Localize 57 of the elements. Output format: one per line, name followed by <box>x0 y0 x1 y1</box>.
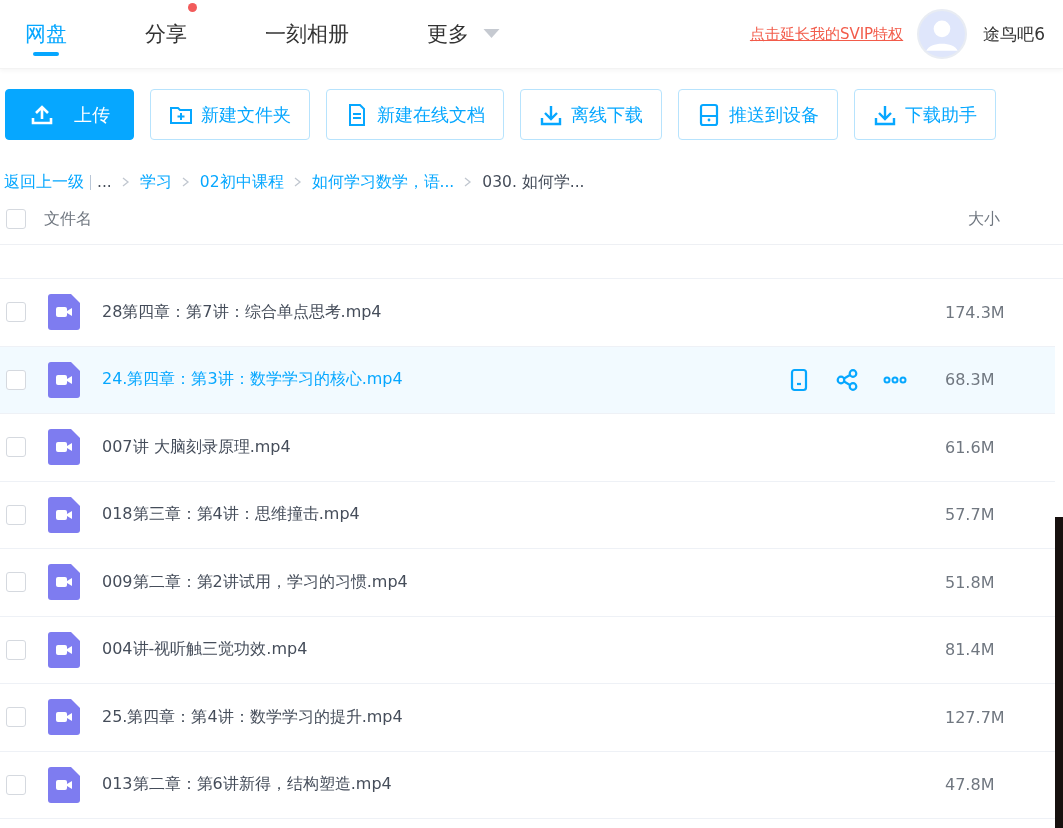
row-checkbox[interactable] <box>6 302 26 323</box>
nav-tab[interactable]: 一刻相册 <box>265 0 359 68</box>
file-row[interactable]: 009第二章：第2讲试用，学习的习惯.mp4 51.8M <box>0 549 1055 617</box>
video-file-icon <box>48 496 80 533</box>
file-size: 57.7M <box>945 505 996 525</box>
row-checkbox[interactable] <box>6 369 26 390</box>
file-row[interactable]: 28第四章：第7讲：综合单点思考.mp4 174.3M <box>0 279 1055 347</box>
row-checkbox[interactable] <box>6 774 26 795</box>
file-size: 68.3M <box>945 370 996 390</box>
file-row[interactable]: 24.第四章：第3讲：数学学习的核心.mp4 68.3M <box>0 346 1055 414</box>
file-name[interactable]: 007讲 大脑刻录原理.mp4 <box>102 436 291 458</box>
file-size: 47.8M <box>945 775 996 795</box>
file-name[interactable]: 004讲-视听触三觉功效.mp4 <box>102 639 308 661</box>
file-size: 51.8M <box>945 572 996 592</box>
device-icon <box>697 102 721 127</box>
file-name[interactable]: 28第四章：第7讲：综合单点思考.mp4 <box>102 301 382 323</box>
caret-icon <box>483 29 500 39</box>
file-name[interactable]: 25.第四章：第4讲：数学学习的提升.mp4 <box>102 706 403 728</box>
row-checkbox[interactable] <box>6 639 26 660</box>
share-icon[interactable] <box>835 367 859 392</box>
chevron-icon <box>181 177 190 187</box>
notification-dot <box>188 3 197 12</box>
chevron-icon <box>293 177 302 187</box>
file-size: 61.6M <box>945 437 996 457</box>
avatar-icon[interactable] <box>917 9 968 59</box>
breadcrumb-item[interactable]: ... <box>97 173 112 191</box>
video-file-icon <box>48 294 80 331</box>
file-size: 81.4M <box>945 640 996 660</box>
video-file-icon <box>48 361 80 398</box>
row-checkbox[interactable] <box>6 437 26 458</box>
file-row[interactable]: 004讲-视听触三觉功效.mp4 81.4M <box>0 616 1055 684</box>
file-row[interactable]: 007讲 大脑刻录原理.mp4 61.6M <box>0 414 1055 482</box>
file-row[interactable]: 013第二章：第6讲新得，结构塑造.mp4 47.8M <box>0 751 1055 819</box>
video-file-icon <box>48 766 80 803</box>
row-checkbox[interactable] <box>6 707 26 728</box>
select-all-checkbox[interactable] <box>6 209 26 229</box>
file-name[interactable]: 013第二章：第6讲新得，结构塑造.mp4 <box>102 774 392 796</box>
chevron-icon <box>121 177 130 187</box>
video-file-icon <box>48 699 80 736</box>
video-file-icon <box>48 429 80 466</box>
chevron-icon <box>464 177 473 187</box>
file-row[interactable]: 018第三章：第4讲：思维撞击.mp4 57.7M <box>0 481 1055 549</box>
row-checkbox[interactable] <box>6 504 26 525</box>
row-checkbox[interactable] <box>6 572 26 593</box>
file-size: 127.7M <box>945 707 1006 727</box>
file-name[interactable]: 018第三章：第4讲：思维撞击.mp4 <box>102 504 360 526</box>
video-file-icon <box>48 631 80 668</box>
breadcrumb-item: 030. 如何学... <box>482 171 585 193</box>
file-name[interactable]: 009第二章：第2讲试用，学习的习惯.mp4 <box>102 571 408 593</box>
nav-tab[interactable]: 分享 <box>145 0 197 68</box>
nav-tab[interactable]: 更多 <box>427 0 510 68</box>
file-size: 174.3M <box>945 302 1006 322</box>
video-file-icon <box>48 564 80 601</box>
user-name[interactable]: 途鸟吧6 <box>983 22 1045 46</box>
column-header[interactable]: 文件名 <box>44 208 968 230</box>
column-header[interactable]: 大小 <box>968 208 1000 230</box>
file-row[interactable]: 25.第四章：第4讲：数学学习的提升.mp4 127.7M <box>0 684 1055 752</box>
